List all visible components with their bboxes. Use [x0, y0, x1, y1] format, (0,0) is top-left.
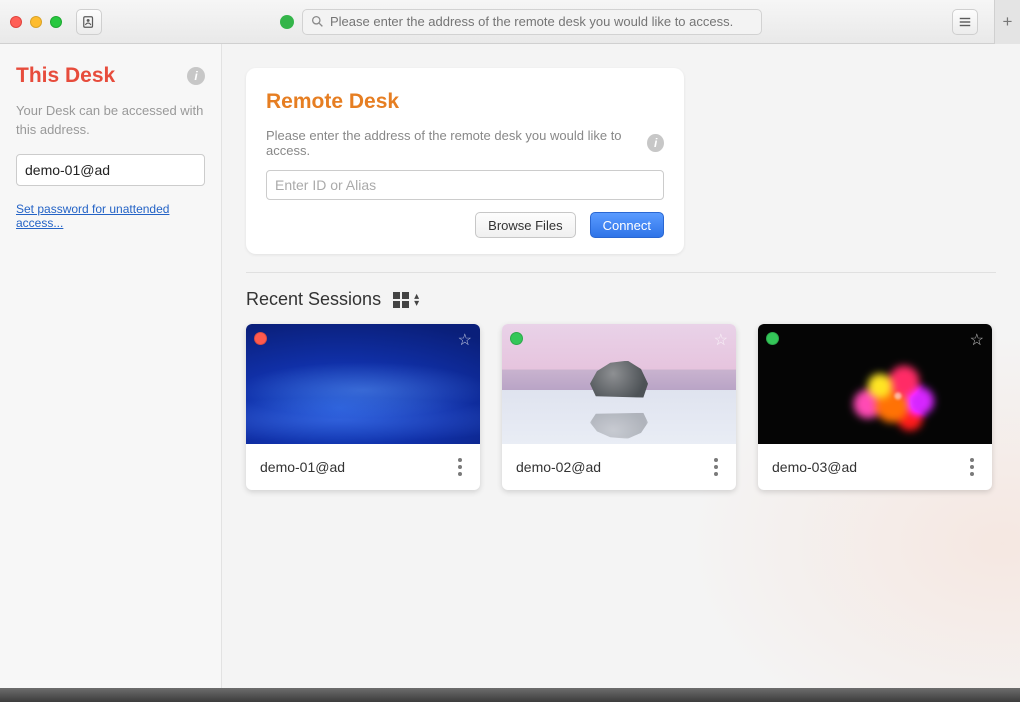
this-desk-title: This Desk	[16, 64, 115, 88]
content-area: Remote Desk Please enter the address of …	[222, 44, 1020, 688]
session-thumbnail: ☆	[758, 324, 992, 444]
status-indicator-icon	[766, 332, 779, 345]
favorite-star-icon[interactable]: ☆	[458, 330, 472, 350]
browse-files-button[interactable]: Browse Files	[475, 212, 575, 238]
menu-button[interactable]	[952, 9, 978, 35]
favorite-star-icon[interactable]: ☆	[714, 330, 728, 350]
set-password-link[interactable]: Set password for unattended access...	[16, 202, 205, 230]
titlebar: +	[0, 0, 1020, 44]
window-controls	[10, 16, 62, 28]
sidebar: This Desk i Your Desk can be accessed wi…	[0, 44, 222, 688]
new-tab-button[interactable]: +	[994, 0, 1020, 44]
remote-desk-description: Please enter the address of the remote d…	[266, 128, 637, 158]
connect-button[interactable]: Connect	[590, 212, 664, 238]
session-menu-button[interactable]	[454, 454, 466, 480]
session-card[interactable]: ☆ demo-03@ad	[758, 324, 992, 490]
status-indicator-icon	[254, 332, 267, 345]
remote-desk-title: Remote Desk	[266, 90, 664, 114]
view-mode-toggle[interactable]: ▴▾	[393, 292, 419, 308]
search-icon	[311, 15, 324, 28]
session-thumbnail: ☆	[502, 324, 736, 444]
session-name: demo-03@ad	[772, 459, 857, 475]
remote-address-input[interactable]	[266, 170, 664, 200]
status-indicator-icon	[510, 332, 523, 345]
divider	[246, 272, 996, 273]
session-menu-button[interactable]	[710, 454, 722, 480]
session-menu-button[interactable]	[966, 454, 978, 480]
session-card[interactable]: ☆ demo-01@ad	[246, 324, 480, 490]
session-thumbnail: ☆	[246, 324, 480, 444]
session-name: demo-01@ad	[260, 459, 345, 475]
info-icon[interactable]: i	[647, 134, 664, 152]
address-search[interactable]	[302, 9, 762, 35]
remote-desk-card: Remote Desk Please enter the address of …	[246, 68, 684, 254]
grid-icon	[393, 292, 409, 308]
recent-sessions-list: ☆ demo-01@ad ☆ demo-02@ad	[246, 324, 996, 490]
favorite-star-icon[interactable]: ☆	[970, 330, 984, 350]
session-name: demo-02@ad	[516, 459, 601, 475]
minimize-window-icon[interactable]	[30, 16, 42, 28]
address-search-input[interactable]	[330, 14, 753, 29]
this-desk-description: Your Desk can be accessed with this addr…	[16, 102, 205, 140]
session-card[interactable]: ☆ demo-02@ad	[502, 324, 736, 490]
zoom-window-icon[interactable]	[50, 16, 62, 28]
info-icon[interactable]: i	[187, 67, 205, 85]
bottom-bar	[0, 688, 1020, 702]
own-address-field[interactable]	[16, 154, 205, 186]
chevron-up-down-icon: ▴▾	[414, 293, 419, 307]
close-window-icon[interactable]	[10, 16, 22, 28]
connection-status-icon	[280, 15, 294, 29]
recent-sessions-title: Recent Sessions	[246, 289, 381, 310]
address-book-button[interactable]	[76, 9, 102, 35]
